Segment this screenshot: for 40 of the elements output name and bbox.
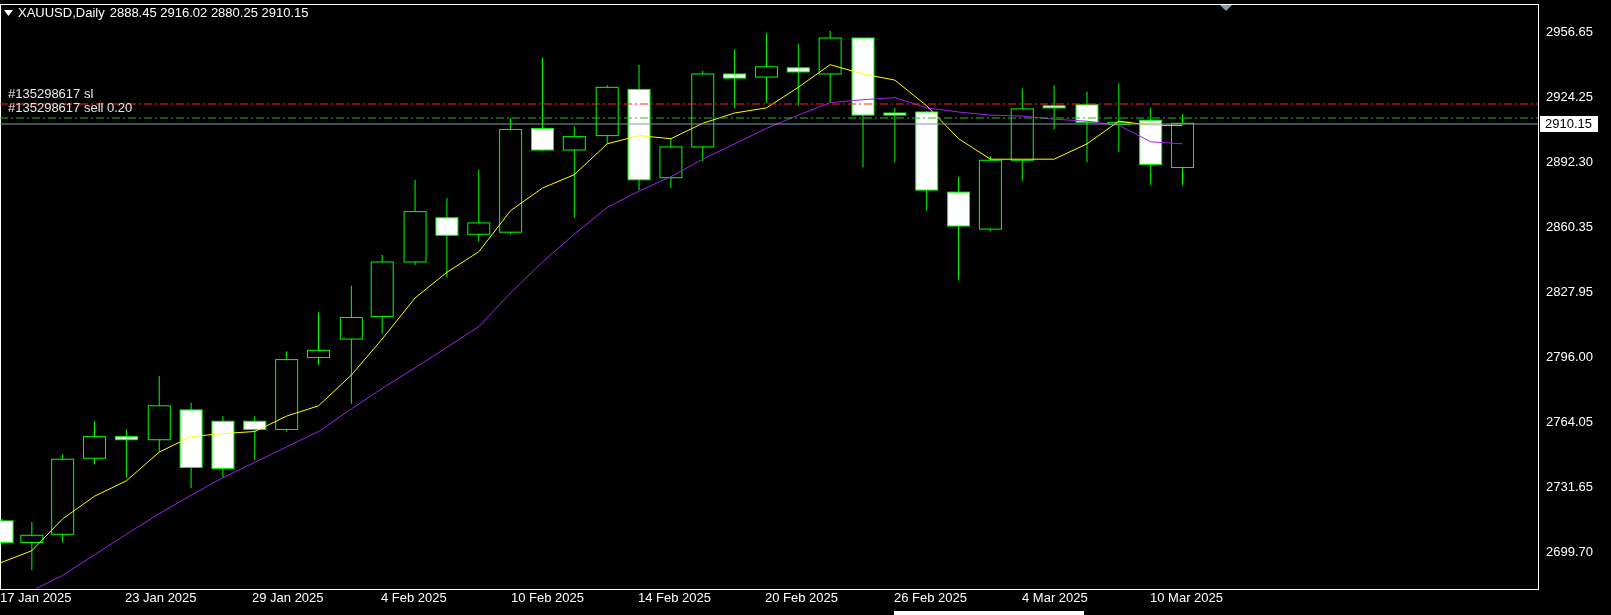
ohlc-values: 2888.45 2916.02 2880.25 2910.15 [109,5,309,21]
price-axis-label: 2731.65 [1546,479,1593,495]
candlestick [883,107,907,163]
time-axis-label: 29 Jan 2025 [252,590,324,606]
dropdown-marker-icon [1220,5,1232,11]
symbol-label: XAUUSD,Daily [18,5,105,21]
price-axis-label: 2924.25 [1546,89,1593,105]
dropdown-triangle-icon[interactable] [4,10,13,16]
time-axis-label: 26 Feb 2025 [894,590,967,606]
candlestick [83,420,106,465]
price-axis-label: 2892.30 [1546,154,1593,170]
time-axis-label: 14 Feb 2025 [638,590,711,606]
time-axis-label: 4 Mar 2025 [1022,590,1088,606]
time-axis-label: 20 Feb 2025 [765,590,838,606]
candlestick [754,32,778,104]
candlestick [786,43,810,107]
candlestick [1042,84,1066,130]
candlestick [0,518,14,545]
candlestick [723,48,747,109]
time-axis-label: 4 Feb 2025 [381,590,447,606]
price-axis-label: 2956.65 [1546,24,1593,40]
candlestick [114,428,138,479]
time-axis-label: 10 Mar 2025 [1150,590,1223,606]
price-axis-label: 2796.00 [1546,349,1593,365]
order-label: #135298617 sl [8,86,94,102]
candlestick [307,311,330,366]
time-axis-label: 17 Jan 2025 [0,590,72,606]
price-axis-label: 2699.70 [1546,544,1593,560]
price-axis-label: 2860.35 [1546,219,1593,235]
candlestick [243,415,267,461]
price-axis-label: 2827.95 [1546,284,1593,300]
candlestick [595,84,619,145]
candlestick [20,521,44,571]
candlestick [659,138,683,189]
candlestick [211,415,235,479]
price-axis-label: 2764.05 [1546,414,1593,430]
current-price-tag: 2910.15 [1540,116,1598,132]
time-axis-label: 10 Feb 2025 [511,590,584,606]
order-label: #135298617 sell 0.20 [8,100,133,116]
time-axis-label: 23 Jan 2025 [125,590,197,606]
